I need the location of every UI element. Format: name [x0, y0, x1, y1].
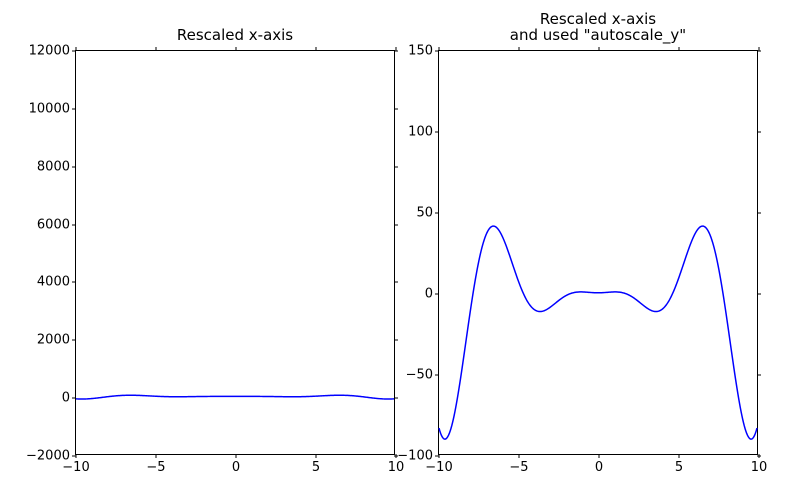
- ytick-mark: [72, 340, 76, 341]
- axes-0: −2000020004000600080001000012000−10−5051…: [75, 50, 395, 455]
- axes-0-ytick-label: 10000: [29, 101, 76, 116]
- xtick-mark: [599, 454, 600, 458]
- ytick-mark: [72, 224, 76, 225]
- xtick-mark: [316, 47, 317, 51]
- xtick-mark: [599, 47, 600, 51]
- axes-0-title: Rescaled x-axis: [75, 28, 395, 44]
- xtick-mark: [439, 454, 440, 458]
- xtick-mark: [396, 47, 397, 51]
- ytick-mark: [394, 340, 398, 341]
- xtick-mark: [439, 47, 440, 51]
- ytick-mark: [435, 132, 439, 133]
- ytick-mark: [757, 213, 761, 214]
- ytick-mark: [72, 398, 76, 399]
- xtick-mark: [759, 47, 760, 51]
- xtick-mark: [316, 454, 317, 458]
- axes-1-ytick-label: −50: [406, 368, 439, 383]
- xtick-mark: [519, 454, 520, 458]
- ytick-mark: [435, 213, 439, 214]
- xtick-mark: [156, 47, 157, 51]
- ytick-mark: [72, 108, 76, 109]
- xtick-mark: [76, 47, 77, 51]
- axes-0-ytick-label: 8000: [37, 159, 76, 174]
- xtick-mark: [759, 454, 760, 458]
- axes-0-line: [76, 395, 394, 399]
- ytick-mark: [435, 375, 439, 376]
- xtick-mark: [236, 454, 237, 458]
- axes-1-plot-area: [439, 51, 757, 454]
- ytick-mark: [72, 282, 76, 283]
- ytick-mark: [394, 398, 398, 399]
- ytick-mark: [394, 108, 398, 109]
- ytick-mark: [72, 166, 76, 167]
- axes-0-plot-area: [76, 51, 394, 454]
- ytick-mark: [757, 132, 761, 133]
- xtick-mark: [156, 454, 157, 458]
- xtick-mark: [679, 47, 680, 51]
- axes-0-ytick-label: 6000: [37, 217, 76, 232]
- xtick-mark: [236, 47, 237, 51]
- axes-0-ytick-label: 4000: [37, 275, 76, 290]
- ytick-mark: [394, 166, 398, 167]
- ytick-mark: [394, 224, 398, 225]
- ytick-mark: [435, 294, 439, 295]
- ytick-mark: [394, 282, 398, 283]
- xtick-mark: [519, 47, 520, 51]
- axes-0-ytick-label: 12000: [29, 44, 76, 59]
- axes-1: −100−50050100150−10−50510: [438, 50, 758, 455]
- xtick-mark: [679, 454, 680, 458]
- axes-1-line: [439, 226, 757, 439]
- axes-1-title: Rescaled x-axis and used "autoscale_y": [438, 12, 758, 44]
- axes-0-ytick-label: 2000: [37, 333, 76, 348]
- xtick-mark: [76, 454, 77, 458]
- ytick-mark: [757, 294, 761, 295]
- figure: Rescaled x-axis −20000200040006000800010…: [0, 0, 800, 500]
- ytick-mark: [757, 375, 761, 376]
